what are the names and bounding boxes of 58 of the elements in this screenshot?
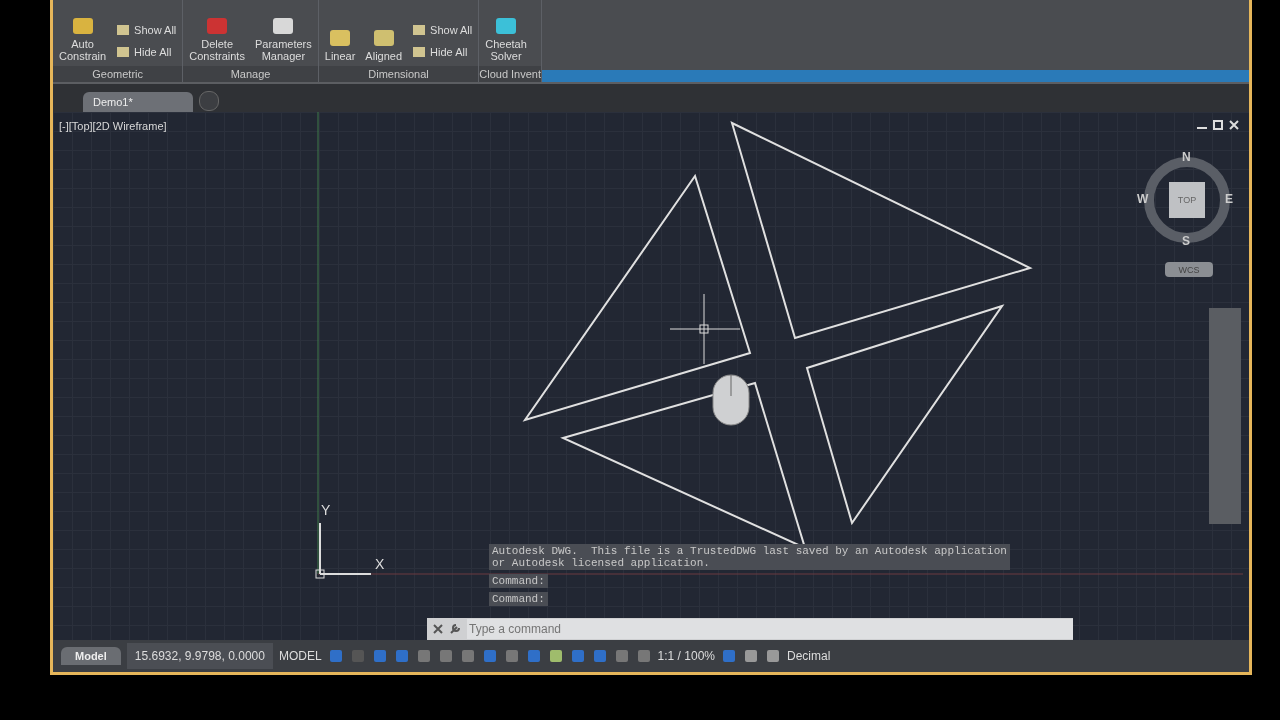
ribbon-button[interactable]: Hide All	[412, 46, 473, 58]
panel-title: Cloud Invent	[479, 66, 542, 82]
y-axis-label: Y	[321, 502, 331, 518]
ribbon-button[interactable]: Cheetah Solver	[485, 14, 527, 62]
status-toggle-icon[interactable]	[503, 648, 520, 664]
model-space-toggle[interactable]: MODEL	[278, 649, 322, 663]
ribbon-button[interactable]: Show All	[116, 24, 177, 36]
annotation-scale[interactable]: 1:1 / 100%	[657, 649, 715, 663]
ribbon-button[interactable]: Linear	[324, 26, 356, 62]
status-toggle-icon[interactable]	[742, 648, 759, 664]
status-toggle-icon[interactable]	[415, 648, 432, 664]
document-tab[interactable]: Demo1*	[83, 92, 193, 112]
ribbon-button[interactable]: Auto Constrain	[59, 14, 107, 62]
restore-icon[interactable]	[1213, 120, 1223, 130]
new-tab-button[interactable]	[199, 91, 219, 111]
panel-title: Geometric	[53, 66, 183, 82]
status-toggle-icon[interactable]	[481, 648, 498, 664]
compass-label[interactable]: S	[1182, 234, 1190, 248]
compass-label[interactable]: N	[1182, 150, 1191, 164]
status-toggle-icon[interactable]	[437, 648, 454, 664]
status-toggle-icon[interactable]	[459, 648, 476, 664]
units-selector[interactable]: Decimal	[786, 649, 831, 663]
ribbon-button[interactable]: Aligned	[365, 26, 403, 62]
viewport-label[interactable]: [-][Top][2D Wireframe]	[59, 120, 167, 132]
tool-icon	[412, 24, 427, 36]
compass-label[interactable]: W	[1137, 192, 1149, 206]
panel-title: Manage	[183, 66, 318, 82]
status-toggle-icon[interactable]	[613, 648, 630, 664]
tool-icon	[412, 46, 427, 58]
ucs-axes-icon	[315, 522, 372, 579]
status-toggle-icon[interactable]	[635, 648, 652, 664]
tool-icon	[116, 46, 131, 58]
ribbon-button[interactable]: Hide All	[116, 46, 177, 58]
ribbon-button[interactable]: Delete Constraints	[189, 14, 245, 62]
compass-label[interactable]: E	[1225, 192, 1233, 206]
command-line-field[interactable]: Type a command	[427, 618, 1073, 640]
status-toggle-icon[interactable]	[525, 648, 542, 664]
tool-icon	[116, 24, 131, 36]
status-toggle-icon[interactable]	[547, 648, 564, 664]
status-toggle-icon[interactable]	[764, 648, 781, 664]
viewcube-face[interactable]: TOP	[1169, 182, 1205, 218]
x-axis-label: X	[375, 556, 385, 572]
status-toggle-icon[interactable]	[720, 648, 737, 664]
coordinates-readout: 15.6932, 9.9798, 0.0000	[126, 643, 273, 669]
status-toggle-icon[interactable]	[371, 648, 388, 664]
crosshair-cursor-icon	[669, 293, 741, 365]
status-toggle-icon[interactable]	[569, 648, 586, 664]
ribbon-button[interactable]: Show All	[412, 24, 473, 36]
status-toggle-icon[interactable]	[349, 648, 366, 664]
close-icon[interactable]	[433, 624, 443, 634]
status-toggle-icon[interactable]	[327, 648, 344, 664]
panel-title: Dimensional	[318, 66, 479, 82]
ribbon-button[interactable]: Parameters Manager	[254, 14, 312, 62]
status-toggle-icon[interactable]	[591, 648, 608, 664]
wrench-icon[interactable]	[449, 623, 461, 635]
status-toggle-icon[interactable]	[393, 648, 410, 664]
mouse-icon	[712, 374, 750, 426]
layout-tab[interactable]: Model	[61, 647, 121, 665]
